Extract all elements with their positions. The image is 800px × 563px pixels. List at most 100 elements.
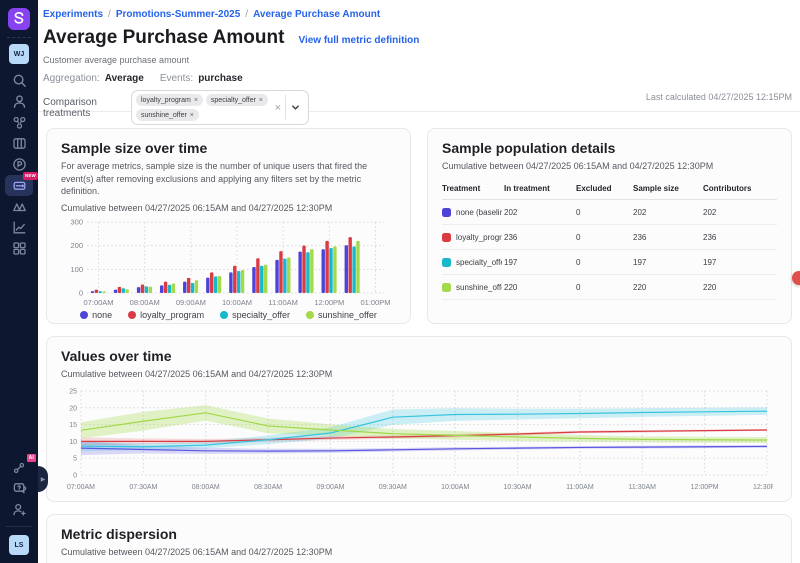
help-icon[interactable]	[5, 478, 33, 499]
metrics-icon[interactable]	[5, 217, 33, 238]
legend-item[interactable]: loyalty_program	[128, 310, 204, 320]
svg-text:200: 200	[70, 241, 83, 250]
breadcrumb-metric-name[interactable]: Average Purchase Amount	[253, 9, 380, 20]
table-cell: 202	[504, 208, 576, 217]
table-row: none (baseline)2020202202	[442, 200, 777, 225]
svg-text:07:00AM: 07:00AM	[67, 484, 95, 491]
breadcrumb-separator: /	[108, 9, 111, 20]
svg-text:09:00AM: 09:00AM	[176, 298, 206, 307]
svg-text:07:00AM: 07:00AM	[84, 298, 114, 307]
values-line-chart: 051015202507:00AM07:30AM08:00AM08:30AM09…	[61, 385, 773, 493]
breadcrumb-experiment-name[interactable]: Promotions-Summer-2025	[116, 9, 240, 20]
clear-all-icon[interactable]: ×	[271, 94, 285, 121]
legend-dot	[220, 311, 228, 319]
cumulative-range: Cumulative between 04/27/2025 06:15AM an…	[61, 203, 396, 213]
legend-dot	[306, 311, 314, 319]
feature-gates-icon[interactable]	[5, 112, 33, 133]
svg-text:08:30AM: 08:30AM	[254, 484, 282, 491]
page-header: Experiments / Promotions-Summer-2025 / A…	[38, 0, 800, 112]
workspace-avatar[interactable]: WJ	[9, 44, 29, 64]
svg-text:12:30PM: 12:30PM	[753, 484, 773, 491]
aggregation-row: Aggregation: Average Events: purchase	[43, 73, 792, 84]
legend-item[interactable]: sunshine_offer	[306, 310, 377, 320]
chip-sunshine-offer[interactable]: sunshine_offer×	[136, 109, 199, 121]
user-avatar[interactable]: LS	[9, 535, 29, 555]
treatment-color-swatch	[442, 208, 451, 217]
treatment-color-swatch	[442, 233, 451, 242]
chip-loyalty-program[interactable]: loyalty_program×	[136, 94, 203, 106]
table-row: specialty_offer1970197197	[442, 250, 777, 275]
table-cell: 0	[576, 208, 633, 217]
breadcrumb: Experiments / Promotions-Summer-2025 / A…	[43, 9, 792, 20]
card-title: Sample size over time	[61, 140, 396, 156]
metric-dispersion-card: Metric dispersion Cumulative between 04/…	[46, 514, 792, 563]
cumulative-range: Cumulative between 04/27/2025 06:15AM an…	[61, 369, 777, 379]
svg-text:15: 15	[69, 422, 77, 429]
legend-item[interactable]: none	[80, 310, 112, 320]
svg-text:300: 300	[70, 217, 83, 226]
table-cell: 220	[703, 283, 777, 292]
chip-remove-icon[interactable]: ×	[259, 97, 263, 104]
svg-text:11:30AM: 11:30AM	[629, 484, 657, 491]
chip-specialty-offer[interactable]: specialty_offer×	[206, 94, 268, 106]
table-cell: 197	[504, 258, 576, 267]
table-cell: 220	[504, 283, 576, 292]
svg-text:08:00AM: 08:00AM	[192, 484, 220, 491]
layers-icon[interactable]	[5, 133, 33, 154]
new-badge: NEW	[23, 172, 38, 180]
svg-text:01:00PM: 01:00PM	[360, 298, 390, 307]
treatment-name: specialty_offer	[456, 258, 502, 267]
card-title: Metric dispersion	[61, 526, 777, 542]
aggregation-value: Average	[105, 73, 144, 84]
svg-text:09:00AM: 09:00AM	[316, 484, 344, 491]
page-title: Average Purchase Amount	[43, 27, 284, 49]
treatments-select[interactable]: loyalty_program× specialty_offer× sunshi…	[131, 90, 309, 125]
events-label: Events:	[160, 73, 193, 84]
chip-remove-icon[interactable]: ×	[194, 97, 198, 104]
legend-item[interactable]: specialty_offer	[220, 310, 290, 320]
ai-badge: AI	[26, 453, 37, 463]
sample-size-card: Sample size over time For average metric…	[46, 128, 411, 324]
svg-text:12:00PM: 12:00PM	[691, 484, 719, 491]
svg-text:10:00AM: 10:00AM	[222, 298, 252, 307]
population-table-body: none (baseline)2020202202loyalty_program…	[442, 200, 777, 300]
main-area: Experiments / Promotions-Summer-2025 / A…	[38, 0, 800, 563]
ai-assistant-icon[interactable]: AI	[5, 457, 33, 478]
dashboards-icon[interactable]	[5, 238, 33, 259]
notification-dot[interactable]	[792, 271, 800, 285]
svg-text:10: 10	[69, 439, 77, 446]
compare-icon[interactable]	[5, 196, 33, 217]
card-description: For average metrics, sample size is the …	[61, 160, 396, 198]
cumulative-range: Cumulative between 04/27/2025 06:15AM an…	[61, 547, 777, 557]
card-title: Values over time	[61, 348, 777, 364]
view-metric-definition-link[interactable]: View full metric definition	[298, 35, 419, 46]
app-logo[interactable]	[8, 8, 30, 30]
svg-text:5: 5	[73, 456, 77, 463]
svg-text:11:00AM: 11:00AM	[268, 298, 297, 307]
sidebar-footer: AI LS	[5, 457, 33, 555]
breadcrumb-experiments[interactable]: Experiments	[43, 9, 103, 20]
experiments-icon[interactable]: NEW	[5, 175, 33, 196]
search-icon[interactable]	[5, 70, 33, 91]
svg-text:10:30AM: 10:30AM	[504, 484, 532, 491]
svg-text:11:00AM: 11:00AM	[566, 484, 594, 491]
population-table: Treatment In treatment Excluded Sample s…	[442, 180, 777, 300]
invite-user-icon[interactable]	[5, 499, 33, 520]
sidebar-divider	[6, 526, 32, 527]
svg-text:0: 0	[73, 473, 77, 480]
sidebar-nav: NEW	[5, 70, 33, 259]
table-cell: 236	[633, 233, 703, 242]
events-value: purchase	[198, 73, 242, 84]
legend-label: specialty_offer	[232, 310, 290, 320]
table-cell: 197	[633, 258, 703, 267]
chevron-down-icon[interactable]	[286, 94, 305, 121]
profile-icon[interactable]	[5, 91, 33, 112]
chip-remove-icon[interactable]: ×	[190, 112, 194, 119]
svg-text:100: 100	[70, 265, 83, 274]
table-row: loyalty_program2360236236	[442, 225, 777, 250]
svg-text:0: 0	[79, 288, 83, 297]
svg-text:12:00PM: 12:00PM	[314, 298, 344, 307]
svg-text:07:30AM: 07:30AM	[129, 484, 157, 491]
svg-text:10:00AM: 10:00AM	[441, 484, 469, 491]
table-cell: 197	[703, 258, 777, 267]
